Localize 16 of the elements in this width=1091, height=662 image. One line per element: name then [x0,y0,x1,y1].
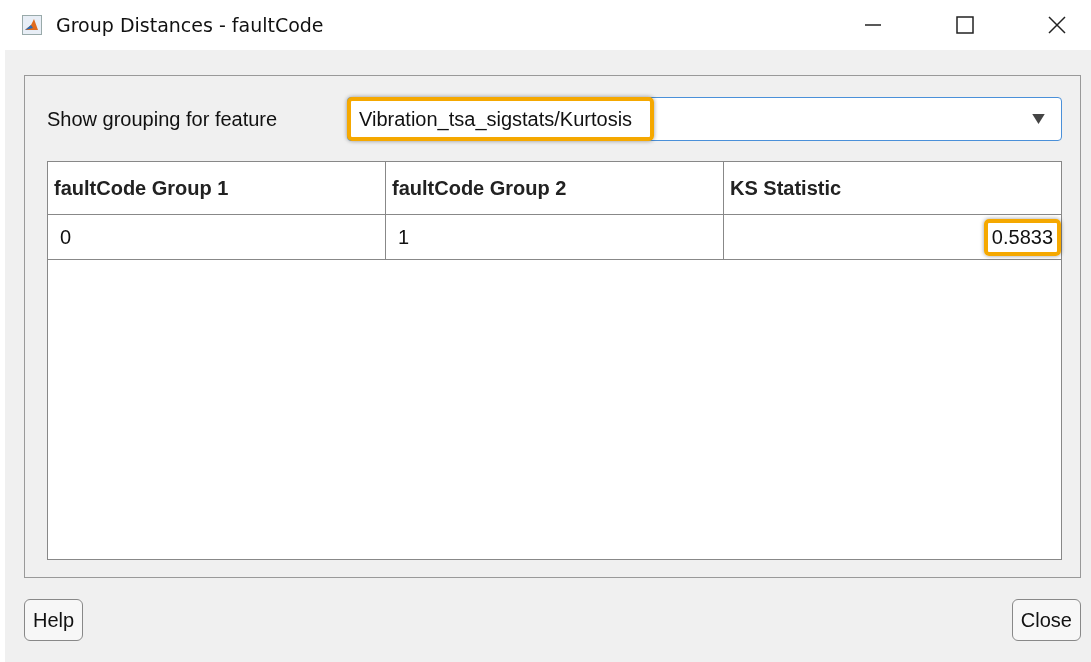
window-title: Group Distances - faultCode [56,14,324,36]
close-icon[interactable] [1047,15,1067,35]
dropdown-value: Vibration_tsa_sigstats/Kurtosis [347,97,655,141]
close-button[interactable]: Close [1011,599,1081,641]
table-cell: 0.5833 [983,218,1061,256]
table-cell-text: 0 [59,224,73,250]
dropdown-caret-icon [1032,114,1045,124]
feature-label: Show grouping for feature [47,107,279,131]
feature-dropdown[interactable]: Vibration_tsa_sigstats/Kurtosis [347,97,1062,141]
column-header: KS Statistic [729,175,843,201]
column-header: faultCode Group 1 [48,162,386,214]
table-cell-text: 1 [397,224,411,250]
maximize-icon[interactable] [955,15,975,35]
help-button[interactable]: Help [24,599,84,641]
column-header: faultCode Group 2 [386,162,724,214]
app-logo-icon [22,15,42,35]
